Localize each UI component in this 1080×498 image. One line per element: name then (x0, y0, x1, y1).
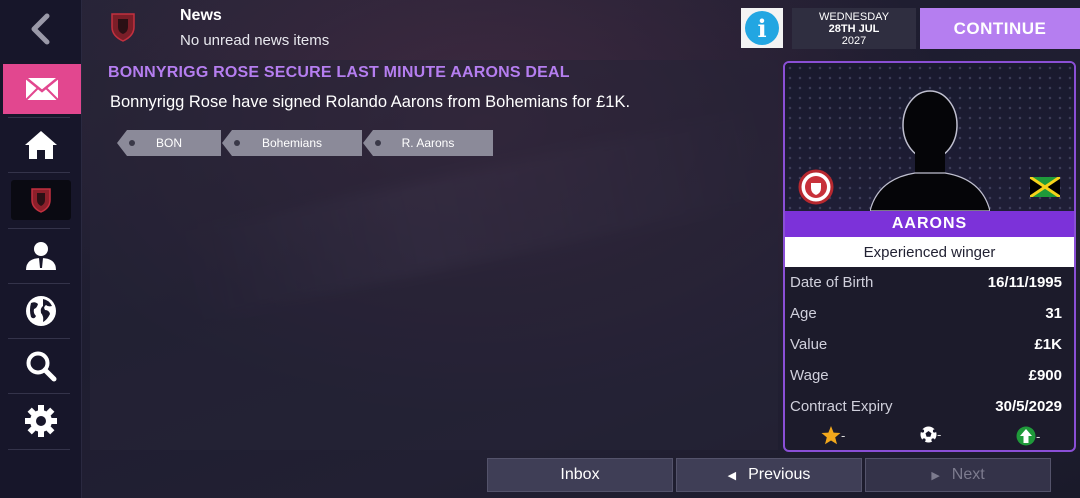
inbox-button[interactable]: Inbox (487, 458, 673, 492)
player-silhouette-icon (870, 90, 990, 211)
sidebar-item-home[interactable] (0, 118, 82, 172)
mail-icon (25, 77, 59, 101)
tag-club[interactable]: BON (117, 130, 221, 156)
football-icon (920, 426, 937, 443)
tag-label: Bohemians (261, 136, 323, 150)
attribute-value: - (937, 427, 942, 442)
tag-selling-club[interactable]: Bohemians (222, 130, 362, 156)
attribute-value: - (841, 428, 846, 443)
club-badge-box (11, 180, 71, 220)
detail-value: 30/5/2029 (995, 398, 1062, 415)
detail-row-contract-expiry: Contract Expiry 30/5/2029 (785, 391, 1074, 422)
globe-icon (26, 296, 56, 326)
detail-row-value: Value £1K (785, 329, 1074, 360)
back-arrow-icon (31, 13, 50, 45)
back-button[interactable] (0, 2, 82, 56)
game-date: WEDNESDAY 28TH JUL 2027 (792, 8, 916, 49)
detail-label: Value (790, 336, 828, 353)
detail-row-dob: Date of Birth 16/11/1995 (785, 267, 1074, 298)
next-label: Next (951, 466, 985, 483)
player-portrait (785, 63, 1074, 211)
sidebar-item-search[interactable] (0, 339, 82, 393)
club-crest-icon (31, 188, 51, 213)
detail-row-wage: Wage £900 (785, 360, 1074, 391)
tag-hole (129, 140, 135, 146)
info-button[interactable]: i (741, 8, 783, 48)
date-day-month: 28TH JUL (828, 23, 880, 35)
page-subtitle: No unread news items (180, 32, 330, 49)
next-button[interactable]: ▶ Next (865, 458, 1051, 492)
attribute-rating: - (821, 426, 845, 445)
tag-label: BON (155, 136, 182, 150)
club-badge-icon (798, 169, 834, 205)
info-icon: i (745, 11, 779, 45)
growth-arrow-icon (1016, 426, 1036, 446)
previous-button[interactable]: ◀ Previous (676, 458, 862, 492)
sidebar-item-club[interactable] (0, 173, 82, 227)
gear-icon (25, 405, 57, 437)
home-icon (25, 131, 57, 159)
inbox-label: Inbox (560, 466, 600, 483)
attribute-value: - (1036, 428, 1041, 444)
staff-icon (26, 242, 56, 270)
detail-value: £900 (1028, 367, 1062, 384)
tag-hole (375, 140, 381, 146)
search-icon (26, 351, 57, 382)
article-headline: BONNYRIGG ROSE SECURE LAST MINUTE AARONS… (108, 64, 570, 81)
detail-label: Date of Birth (790, 274, 874, 291)
sidebar (0, 0, 82, 498)
jamaica-flag-icon (1030, 177, 1060, 197)
previous-label: Previous (748, 466, 811, 483)
player-details: Date of Birth 16/11/1995 Age 31 Value £1… (785, 267, 1074, 422)
sidebar-divider (8, 449, 70, 450)
date-year: 2027 (841, 35, 867, 47)
article-body: Bonnyrigg Rose have signed Rolando Aaron… (110, 93, 631, 111)
news-article: BONNYRIGG ROSE SECURE LAST MINUTE AARONS… (90, 60, 778, 450)
club-crest-icon (111, 13, 135, 42)
continue-button[interactable]: CONTINUE (920, 8, 1080, 49)
star-icon (821, 426, 841, 445)
detail-value: 16/11/1995 (987, 274, 1062, 291)
sidebar-item-world[interactable] (0, 284, 82, 338)
sidebar-item-inbox[interactable] (3, 64, 81, 114)
detail-label: Age (790, 305, 817, 322)
player-attributes: - - - (785, 423, 1074, 449)
sidebar-item-settings[interactable] (0, 394, 82, 448)
detail-value: 31 (1045, 305, 1062, 322)
player-description: Experienced winger (785, 237, 1074, 267)
detail-value: £1K (1034, 336, 1062, 353)
page-title: News (180, 7, 222, 24)
sidebar-item-staff[interactable] (0, 229, 82, 283)
detail-label: Contract Expiry (790, 398, 893, 415)
attribute-potential: - (1016, 426, 1040, 446)
player-card[interactable]: AARONS Experienced winger Date of Birth … (783, 61, 1076, 452)
date-weekday: WEDNESDAY (818, 11, 890, 23)
tag-label: R. Aarons (401, 136, 455, 150)
tag-hole (234, 140, 240, 146)
detail-row-age: Age 31 (785, 298, 1074, 329)
detail-label: Wage (790, 367, 829, 384)
chevron-right-icon: ▶ (931, 469, 940, 482)
chevron-left-icon: ◀ (727, 469, 737, 482)
tag-player[interactable]: R. Aarons (363, 130, 493, 156)
attribute-position: - (920, 426, 941, 443)
player-name: AARONS (785, 211, 1074, 237)
